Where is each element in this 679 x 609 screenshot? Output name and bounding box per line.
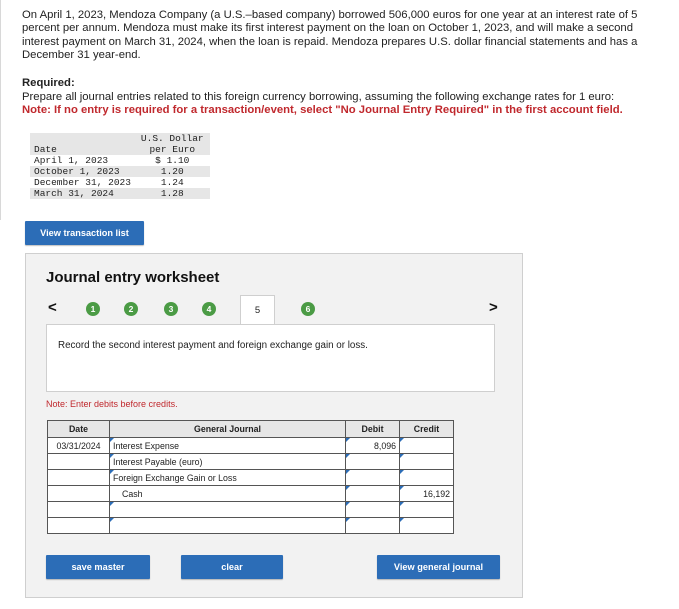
debit-input[interactable] [345,453,400,470]
debit-note: Note: Enter debits before credits. [46,399,178,409]
step-4-button[interactable]: 4 [202,302,216,316]
credit-input[interactable] [399,501,454,518]
view-transaction-list-button[interactable]: View transaction list [25,221,144,245]
date-cell[interactable] [47,485,110,502]
rates-header-rate-line1: U.S. Dollar [140,133,204,144]
credit-input[interactable] [399,453,454,470]
clear-button[interactable]: clear [181,555,283,579]
account-select[interactable] [109,517,346,534]
account-select[interactable] [109,501,346,518]
left-divider [0,0,1,220]
account-value: Interest Expense [113,440,180,451]
required-note: Note: If no entry is required for a tran… [22,104,623,116]
journal-row [47,501,454,518]
dropdown-marker-icon [110,502,114,506]
journal-row [47,517,454,534]
input-marker-icon [400,486,404,490]
journal-row: Interest Payable (euro) [47,453,454,470]
account-select[interactable]: Cash [109,485,346,502]
credit-input[interactable] [399,517,454,534]
save-master-button[interactable]: save master [46,555,150,579]
account-select[interactable]: Foreign Exchange Gain or Loss [109,469,346,486]
step-3-button[interactable]: 3 [164,302,178,316]
journal-row: Cash 16,192 [47,485,454,502]
next-step-chevron-icon[interactable]: > [489,299,498,316]
view-general-journal-button[interactable]: View general journal [377,555,500,579]
rates-header-rate: U.S. Dollar per Euro [136,133,210,155]
col-header-debit: Debit [345,420,400,438]
rates-header-rate-line2: per Euro [149,144,196,155]
account-value: Cash [122,488,143,499]
rates-date: December 31, 2023 [34,177,131,188]
rates-date: March 31, 2024 [30,188,137,199]
rates-header-date: Date [30,133,137,155]
col-header-general-journal: General Journal [109,420,346,438]
credit-input[interactable] [399,437,454,454]
input-marker-icon [346,502,350,506]
required-text: Prepare all journal entries related to t… [22,91,615,103]
debit-input[interactable] [345,485,400,502]
dropdown-marker-icon [110,518,114,522]
rates-date: April 1, 2023 [34,155,109,166]
worksheet-title: Journal entry worksheet [46,269,220,286]
account-select[interactable]: Interest Payable (euro) [109,453,346,470]
input-marker-icon [346,518,350,522]
rates-row: October 1, 2023 1.20 [30,166,210,177]
debit-input[interactable] [345,501,400,518]
input-marker-icon [346,454,350,458]
dropdown-marker-icon [110,438,114,442]
input-marker-icon [400,438,404,442]
step-1-button[interactable]: 1 [86,302,100,316]
journal-entry-worksheet: Journal entry worksheet < 1 2 3 4 5 6 > … [25,253,523,598]
dropdown-marker-icon [110,470,114,474]
credit-value: 16,192 [423,488,450,499]
debit-input[interactable]: 8,096 [345,437,400,454]
account-select[interactable]: Interest Expense [109,437,346,454]
rates-row: April 1, 2023 $ 1.10 [30,155,210,166]
credit-input[interactable]: 16,192 [399,485,454,502]
input-marker-icon [346,486,350,490]
date-cell[interactable] [47,517,110,534]
rates-value: 1.28 [136,188,210,199]
rates-value: 1.20 [136,166,210,177]
credit-input[interactable] [399,469,454,486]
exchange-rates-table: Date U.S. Dollar per Euro April 1, 2023 … [30,133,210,199]
input-marker-icon [400,470,404,474]
input-marker-icon [400,518,404,522]
instruction-box: Record the second interest payment and f… [46,324,495,392]
date-cell[interactable]: 03/31/2024 [47,437,110,454]
journal-row: Foreign Exchange Gain or Loss [47,469,454,486]
account-value: Foreign Exchange Gain or Loss [113,472,237,483]
prev-step-chevron-icon[interactable]: < [48,299,57,316]
input-marker-icon [400,502,404,506]
instruction-text: Record the second interest payment and f… [58,340,368,351]
input-marker-icon [346,438,350,442]
general-journal-table: Date General Journal Debit Credit 03/31/… [47,420,454,534]
step-2-button[interactable]: 2 [124,302,138,316]
rates-value: 1.24 [160,177,184,188]
account-value: Interest Payable (euro) [113,456,203,467]
col-header-credit: Credit [399,420,454,438]
debit-input[interactable] [345,517,400,534]
debit-input[interactable] [345,469,400,486]
journal-row: 03/31/2024 Interest Expense 8,096 [47,437,454,454]
problem-intro: On April 1, 2023, Mendoza Company (a U.S… [22,9,638,62]
step-5-current-tab[interactable]: 5 [240,295,275,325]
required-heading: Required: [22,77,75,89]
input-marker-icon [346,470,350,474]
step-6-button[interactable]: 6 [301,302,315,316]
col-header-date: Date [47,420,110,438]
rates-row: December 31, 2023 1.24 [30,177,210,188]
date-cell[interactable] [47,453,110,470]
debit-value: 8,096 [373,440,396,451]
dropdown-marker-icon [110,454,114,458]
rates-value: $ 1.10 [155,155,190,166]
rates-row: March 31, 2024 1.28 [30,188,210,199]
date-cell[interactable] [47,469,110,486]
date-cell[interactable] [47,501,110,518]
input-marker-icon [400,454,404,458]
rates-date: October 1, 2023 [30,166,137,177]
